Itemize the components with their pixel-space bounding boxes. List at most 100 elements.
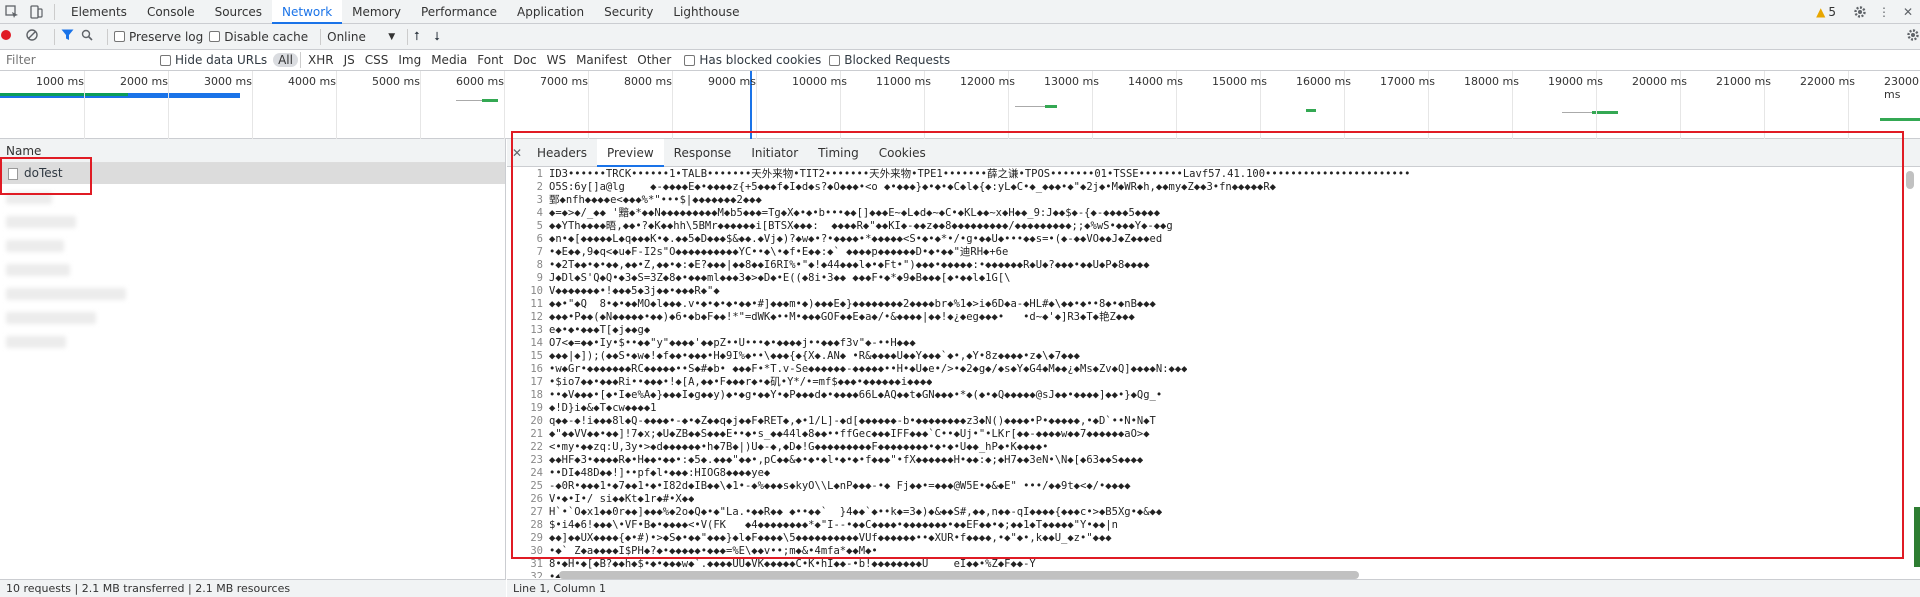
hide-data-urls-checkbox[interactable]: Hide data URLs: [160, 53, 267, 67]
hide-data-urls-label: Hide data URLs: [175, 53, 268, 67]
checkbox-box[interactable]: [829, 54, 841, 66]
checkbox-box[interactable]: [684, 54, 696, 66]
line-text: ◆◆YTh◆◆◆◆晤,◆◆•?◆K◆◆hh\5BMr◆◆◆◆◆◆i[BTSX◆◆…: [549, 220, 1173, 232]
line-number: 18: [530, 389, 543, 401]
search-icon[interactable]: [81, 29, 101, 44]
import-har-icon[interactable]: ⭡: [414, 29, 434, 44]
record-icon[interactable]: [0, 29, 26, 44]
detail-tab-initiator[interactable]: Initiator: [741, 139, 808, 167]
has-blocked-cookies-label: Has blocked cookies: [699, 53, 822, 67]
horizontal-scrollbar[interactable]: [559, 571, 1359, 579]
settings-gear-icon[interactable]: [1848, 0, 1872, 24]
request-row[interactable]: [6, 312, 96, 324]
detail-tab-timing[interactable]: Timing: [808, 139, 869, 167]
request-detail-pane: ✕ Headers Preview Response Initiator Tim…: [507, 131, 1920, 597]
line-number: 11: [530, 298, 543, 310]
detail-tab-headers[interactable]: Headers: [527, 139, 597, 167]
request-row[interactable]: [6, 336, 66, 348]
export-har-icon[interactable]: ⭣: [434, 29, 454, 44]
preview-code-viewer[interactable]: 1 ID3••••••TRCK••••••1•TALB•••••••天外来物•TI…: [507, 168, 1920, 578]
inspect-element-icon[interactable]: [0, 0, 24, 24]
warnings-counter[interactable]: ▲ 5: [1816, 5, 1836, 19]
code-line: 27 H`•`O◆x1◆◆0r◆◆]◆◆◆%◆2o◆Q◆•◆"La.•◆◆R◆◆ …: [507, 506, 1920, 519]
timeline-tick-label: 17000 ms: [1380, 75, 1435, 88]
code-line: 13 e◆•◆•◆◆◆T[◆j◆◆g◆: [507, 324, 1920, 337]
timeline-gridline: [252, 71, 253, 139]
request-row[interactable]: [6, 192, 52, 204]
vertical-scrollbar[interactable]: [1906, 171, 1914, 189]
filter-type-img[interactable]: Img: [393, 53, 426, 67]
line-number: 4: [536, 207, 543, 219]
close-devtools-icon[interactable]: ✕: [1896, 0, 1920, 24]
name-column-header[interactable]: Name: [0, 139, 505, 163]
line-text: •◆` Z◆a◆◆◆◆I$PH◆?◆•◆◆◆◆◆•◆◆◆=%E\◆◆v••;m◆…: [549, 545, 878, 557]
timeline-tick-label: 18000 ms: [1464, 75, 1519, 88]
timeline-tick-label: 8000 ms: [624, 75, 672, 88]
request-row[interactable]: [6, 240, 64, 252]
filter-type-xhr[interactable]: XHR: [303, 53, 339, 67]
preserve-log-checkbox[interactable]: Preserve log: [114, 30, 203, 44]
disable-cache-checkbox[interactable]: Disable cache: [209, 30, 308, 44]
checkbox-box[interactable]: [114, 31, 125, 42]
detail-tab-response[interactable]: Response: [664, 139, 742, 167]
filter-type-font[interactable]: Font: [472, 53, 508, 67]
preserve-log-label: Preserve log: [129, 29, 204, 44]
tab-lighthouse[interactable]: Lighthouse: [663, 0, 749, 24]
request-name: doTest: [24, 166, 63, 180]
code-line: 28 $•i4◆6!◆◆◆\•VF•B◆•◆◆◆◆<•V(FK ◆4◆◆◆◆◆◆◆…: [507, 519, 1920, 532]
timeline-tick-label: 6000 ms: [456, 75, 504, 88]
line-text: ••DI◆48D◆◆!]••pf◆l•◆◆◆:HIOG8◆◆◆◆ye◆: [549, 467, 771, 479]
line-text: ◆◆HF◆3•◆◆◆◆R◆•H◆◆•◆◆•:◆5◆.◆◆◆"◆◆•,pC◆◆&◆…: [549, 454, 1144, 466]
filter-type-media[interactable]: Media: [426, 53, 472, 67]
timeline-tick-label: 9000 ms: [708, 75, 756, 88]
filter-type-js[interactable]: JS: [339, 53, 360, 67]
waterfall-bar-request: [1306, 109, 1316, 112]
device-toolbar-icon[interactable]: [24, 0, 48, 24]
filter-type-css[interactable]: CSS: [360, 53, 394, 67]
tab-application[interactable]: Application: [507, 0, 594, 24]
code-line: 1 ID3••••••TRCK••••••1•TALB•••••••天外来物•TI…: [507, 168, 1920, 181]
tab-network[interactable]: Network: [272, 0, 343, 24]
line-number: 22: [530, 441, 543, 453]
request-row-selected[interactable]: doTest: [0, 163, 505, 184]
filter-type-ws[interactable]: WS: [542, 53, 571, 67]
detail-tab-cookies[interactable]: Cookies: [869, 139, 936, 167]
timeline-overview[interactable]: 1000 ms 2000 ms 3000 ms 4000 ms 5000 ms 6000 …: [0, 71, 1920, 139]
line-text: 鄄◆nfh◆◆◆◆e<◆◆◆%*"•••$|◆◆◆◆◆◆◆2◆◆◆: [549, 194, 762, 206]
filter-type-doc[interactable]: Doc: [508, 53, 541, 67]
checkbox-box[interactable]: [209, 31, 221, 42]
filter-funnel-icon[interactable]: [61, 29, 81, 44]
blocked-requests-checkbox[interactable]: Blocked Requests: [829, 53, 950, 67]
waterfall-bar-request: [1045, 105, 1057, 108]
filter-type-all[interactable]: All: [273, 53, 298, 67]
code-line: 7 •◆E◆◆,9◆q<◆u◆F-I2s"O◆◆◆◆◆◆◆◆◆◆YC••◆\•◆f…: [507, 246, 1920, 259]
tab-security[interactable]: Security: [594, 0, 663, 24]
request-row[interactable]: [6, 216, 76, 228]
code-line: 16 •w◆Gr•◆◆◆◆◆◆◆RC◆◆◆◆◆••S◆#◆b• ◆◆◆F•*T.v…: [507, 363, 1920, 376]
timeline-gridline: [756, 71, 757, 139]
throttling-select[interactable]: Online ▼: [327, 30, 395, 44]
request-row[interactable]: [6, 264, 70, 276]
line-number: 32: [530, 571, 543, 578]
line-text: ◆!D}i◆&◆T◆cw◆◆◆◆1: [549, 402, 657, 414]
tab-memory[interactable]: Memory: [342, 0, 411, 24]
more-options-icon[interactable]: ⋮: [1872, 0, 1896, 24]
filter-input[interactable]: [0, 50, 150, 70]
code-line: 30 •◆` Z◆a◆◆◆◆I$PH◆?◆•◆◆◆◆◆•◆◆◆=%E\◆◆v••;…: [507, 545, 1920, 558]
line-text: <•my•◆◆zq:U,3y•>◆d◆◆◆◆◆◆•h◆7B◆|)U◆-◆,◆D◆…: [549, 441, 1049, 453]
request-row[interactable]: [6, 288, 126, 300]
tab-console[interactable]: Console: [137, 0, 205, 24]
detail-tab-preview[interactable]: Preview: [596, 138, 664, 167]
has-blocked-cookies-checkbox[interactable]: Has blocked cookies: [684, 53, 821, 67]
clear-icon[interactable]: [26, 29, 48, 44]
network-settings-gear-icon[interactable]: [1906, 28, 1920, 45]
filter-type-manifest[interactable]: Manifest: [571, 53, 632, 67]
line-text: V◆◆◆◆◆◆◆•!◆◆◆5◆3j◆◆•◆◆◆R◆"◆: [549, 285, 720, 297]
line-text: ◆"◆◆VV◆◆•◆◆]!7◆x;◆U◆ZB◆◆S◆◆◆E••◆•s_◆◆44l…: [549, 428, 1150, 440]
tab-elements[interactable]: Elements: [61, 0, 137, 24]
checkbox-box[interactable]: [160, 54, 171, 66]
close-detail-icon[interactable]: ✕: [507, 146, 527, 160]
filter-type-other[interactable]: Other: [632, 53, 676, 67]
tab-performance[interactable]: Performance: [411, 0, 507, 24]
tab-sources[interactable]: Sources: [205, 0, 272, 24]
